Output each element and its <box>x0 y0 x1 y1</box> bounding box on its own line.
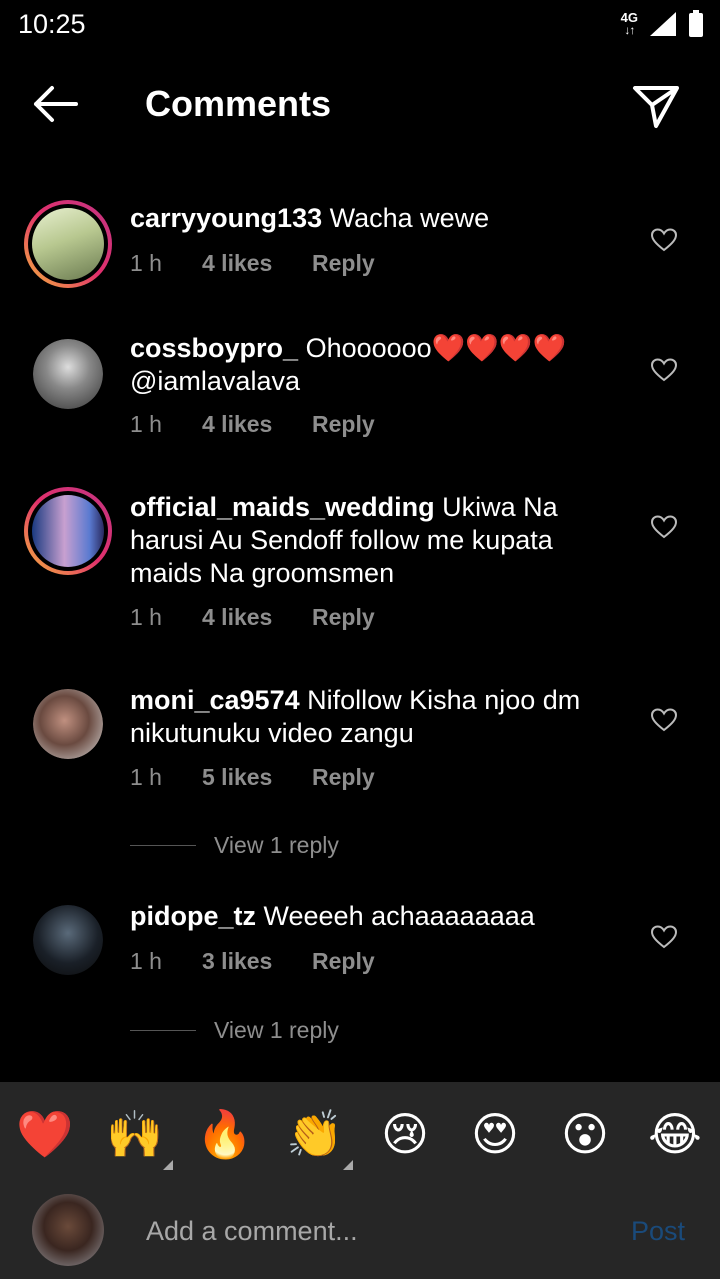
emoji-clapping-hands-glyph: 👏 <box>286 1107 344 1161</box>
divider-line <box>130 1030 196 1031</box>
comment-likes[interactable]: 4 likes <box>202 411 312 438</box>
signal-icon <box>650 12 676 36</box>
avatar-image <box>32 208 104 280</box>
comment-body: Wacha wewe <box>329 203 490 233</box>
comment-mention[interactable]: @iamlavalava <box>130 366 300 396</box>
comment-body: Ohoooooo❤️❤️❤️❤️ <box>305 333 567 363</box>
view-replies-label: View 1 reply <box>214 832 339 858</box>
avatar-image <box>32 495 104 567</box>
comment-username[interactable]: pidope_tz <box>130 901 256 931</box>
heart-icon <box>650 358 678 382</box>
emoji-bar: ❤️ 🙌 🔥 👏 😢 😍 😮 😂 <box>0 1104 720 1170</box>
paper-plane-icon <box>633 86 679 128</box>
comment-time: 1 h <box>130 250 162 276</box>
comment-text: official_maids_wedding Ukiwa Na harusi A… <box>130 491 610 590</box>
comment-text: moni_ca9574 Nifollow Kisha njoo dm nikut… <box>130 684 610 750</box>
comment-text: cossboypro_ Ohoooooo❤️❤️❤️❤️ @iamlavalav… <box>130 332 610 398</box>
comment-body: Weeeeh achaaaaaaaa <box>263 901 535 931</box>
reply-button[interactable]: Reply <box>312 250 375 277</box>
page-title: Comments <box>145 83 332 124</box>
skin-tone-indicator <box>343 1160 353 1170</box>
reply-button[interactable]: Reply <box>312 948 375 975</box>
comment-likes[interactable]: 4 likes <box>202 250 312 277</box>
battery-icon <box>689 10 703 37</box>
comment-input[interactable] <box>144 1210 618 1252</box>
status-time: 10:25 <box>18 9 86 39</box>
avatar[interactable] <box>24 896 112 984</box>
view-replies-label: View 1 reply <box>214 1017 339 1043</box>
heart-icon <box>650 228 678 252</box>
emoji-heart[interactable]: ❤️ <box>15 1104 75 1164</box>
avatar-image <box>33 905 103 975</box>
emoji-raising-hands-glyph: 🙌 <box>106 1107 164 1161</box>
comment-likes[interactable]: 4 likes <box>202 604 312 631</box>
like-button[interactable] <box>650 708 678 732</box>
like-button[interactable] <box>650 515 678 539</box>
user-avatar-image <box>32 1194 104 1266</box>
heart-icon <box>650 708 678 732</box>
comment-likes[interactable]: 3 likes <box>202 948 312 975</box>
emoji-crying-face[interactable]: 😢 <box>375 1104 435 1164</box>
divider-line <box>130 845 196 846</box>
status-icons: 4G ↓↑ <box>621 10 704 38</box>
like-button[interactable] <box>650 358 678 382</box>
comment-time: 1 h <box>130 764 162 790</box>
back-button[interactable] <box>30 84 82 124</box>
header: Comments <box>0 60 720 150</box>
status-bar: 10:25 4G ↓↑ <box>0 0 720 50</box>
heart-icon <box>650 925 678 949</box>
avatar-image <box>33 339 103 409</box>
avatar[interactable] <box>24 487 112 575</box>
skin-tone-indicator <box>163 1160 173 1170</box>
comment-username[interactable]: official_maids_wedding <box>130 492 435 522</box>
comment-composer: ❤️ 🙌 🔥 👏 😢 😍 😮 😂 Post <box>0 1082 720 1279</box>
like-button[interactable] <box>650 925 678 949</box>
comment-meta: 1 h 4 likes Reply <box>130 411 375 438</box>
comment-username[interactable]: carryyoung133 <box>130 203 322 233</box>
comment-text: carryyoung133 Wacha wewe <box>130 202 610 235</box>
reply-button[interactable]: Reply <box>312 604 375 631</box>
avatar[interactable] <box>24 680 112 768</box>
like-button[interactable] <box>650 228 678 252</box>
user-avatar <box>32 1194 104 1266</box>
comment-meta: 1 h 4 likes Reply <box>130 604 375 631</box>
emoji-tears-of-joy[interactable]: 😂 <box>645 1104 705 1164</box>
comment-meta: 1 h 3 likes Reply <box>130 948 375 975</box>
comment-username[interactable]: moni_ca9574 <box>130 685 300 715</box>
emoji-fire[interactable]: 🔥 <box>195 1104 255 1164</box>
avatar-image <box>33 689 103 759</box>
comment-likes[interactable]: 5 likes <box>202 764 312 791</box>
emoji-clapping-hands[interactable]: 👏 <box>285 1104 353 1170</box>
share-button[interactable] <box>630 80 682 132</box>
comment-username[interactable]: cossboypro_ <box>130 333 298 363</box>
emoji-raising-hands[interactable]: 🙌 <box>105 1104 173 1170</box>
view-replies-button[interactable]: View 1 reply <box>130 1017 339 1044</box>
network-type-icon: 4G ↓↑ <box>621 11 638 37</box>
emoji-heart-eyes[interactable]: 😍 <box>465 1104 525 1164</box>
comment-time: 1 h <box>130 948 162 974</box>
avatar[interactable] <box>24 330 112 418</box>
comment-text: pidope_tz Weeeeh achaaaaaaaa <box>130 900 610 933</box>
comment-meta: 1 h 4 likes Reply <box>130 250 375 277</box>
heart-icon <box>650 515 678 539</box>
back-arrow-icon <box>34 86 78 122</box>
view-replies-button[interactable]: View 1 reply <box>130 832 339 859</box>
comment-meta: 1 h 5 likes Reply <box>130 764 375 791</box>
comment-time: 1 h <box>130 411 162 437</box>
data-arrows-icon: ↓↑ <box>624 23 635 37</box>
comment-time: 1 h <box>130 604 162 630</box>
avatar[interactable] <box>24 200 112 288</box>
reply-button[interactable]: Reply <box>312 411 375 438</box>
post-button[interactable]: Post <box>631 1216 685 1247</box>
emoji-surprised-face[interactable]: 😮 <box>555 1104 615 1164</box>
reply-button[interactable]: Reply <box>312 764 375 791</box>
